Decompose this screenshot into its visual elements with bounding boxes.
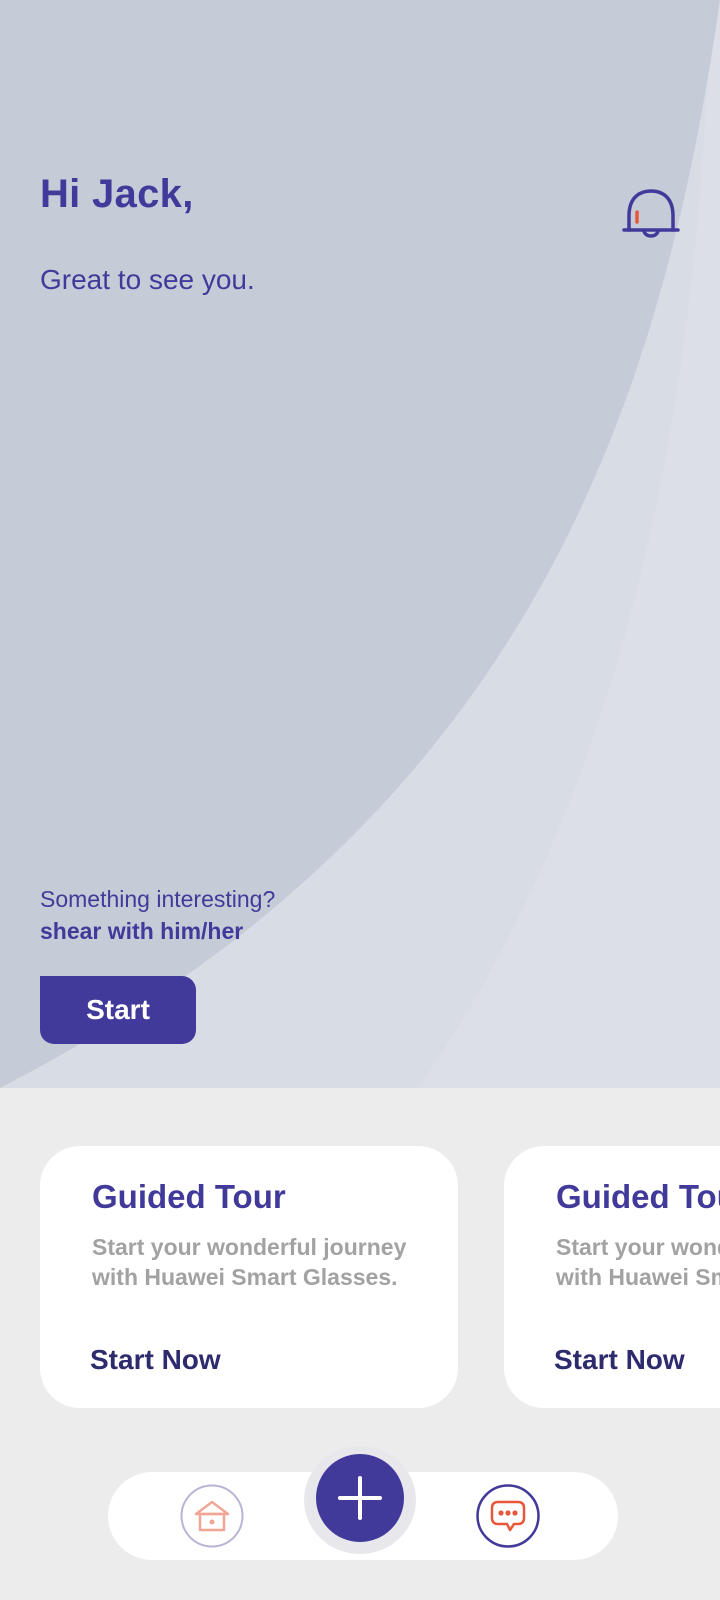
hero-banner: Hi Jack, Great to see you. Something int… xyxy=(0,0,720,1088)
start-now-link[interactable]: Start Now xyxy=(554,1344,685,1376)
greeting-subtitle: Great to see you. xyxy=(40,264,255,295)
guided-tour-card[interactable]: Guided Tour Start your wonderful journey… xyxy=(504,1146,720,1408)
card-description: Start your wonderful journey with Huawei… xyxy=(556,1234,720,1290)
card-carousel[interactable]: Guided Tour Start your wonderful journey… xyxy=(0,1146,720,1408)
nav-chat-button[interactable] xyxy=(476,1484,540,1548)
bell-icon xyxy=(622,189,680,238)
start-button[interactable]: Start xyxy=(40,976,196,1044)
card-description: Start your wonderful journey with Huawei… xyxy=(92,1234,407,1290)
share-prompt-bold: shear with him/her xyxy=(40,918,244,944)
chat-icon xyxy=(476,1484,540,1548)
card-title: Guided Tour xyxy=(92,1178,286,1215)
guided-tour-card[interactable]: Guided Tour Start your wonderful journey… xyxy=(40,1146,458,1408)
add-button[interactable] xyxy=(316,1454,404,1542)
card-title: Guided Tour xyxy=(556,1178,720,1215)
notification-button[interactable] xyxy=(622,186,680,242)
nav-home-button[interactable] xyxy=(180,1484,244,1548)
share-prompt: Something interesting? xyxy=(40,886,276,912)
plus-icon xyxy=(338,1476,382,1520)
home-icon xyxy=(180,1484,244,1548)
greeting-title: Hi Jack, xyxy=(40,172,194,216)
start-now-link[interactable]: Start Now xyxy=(90,1344,221,1376)
